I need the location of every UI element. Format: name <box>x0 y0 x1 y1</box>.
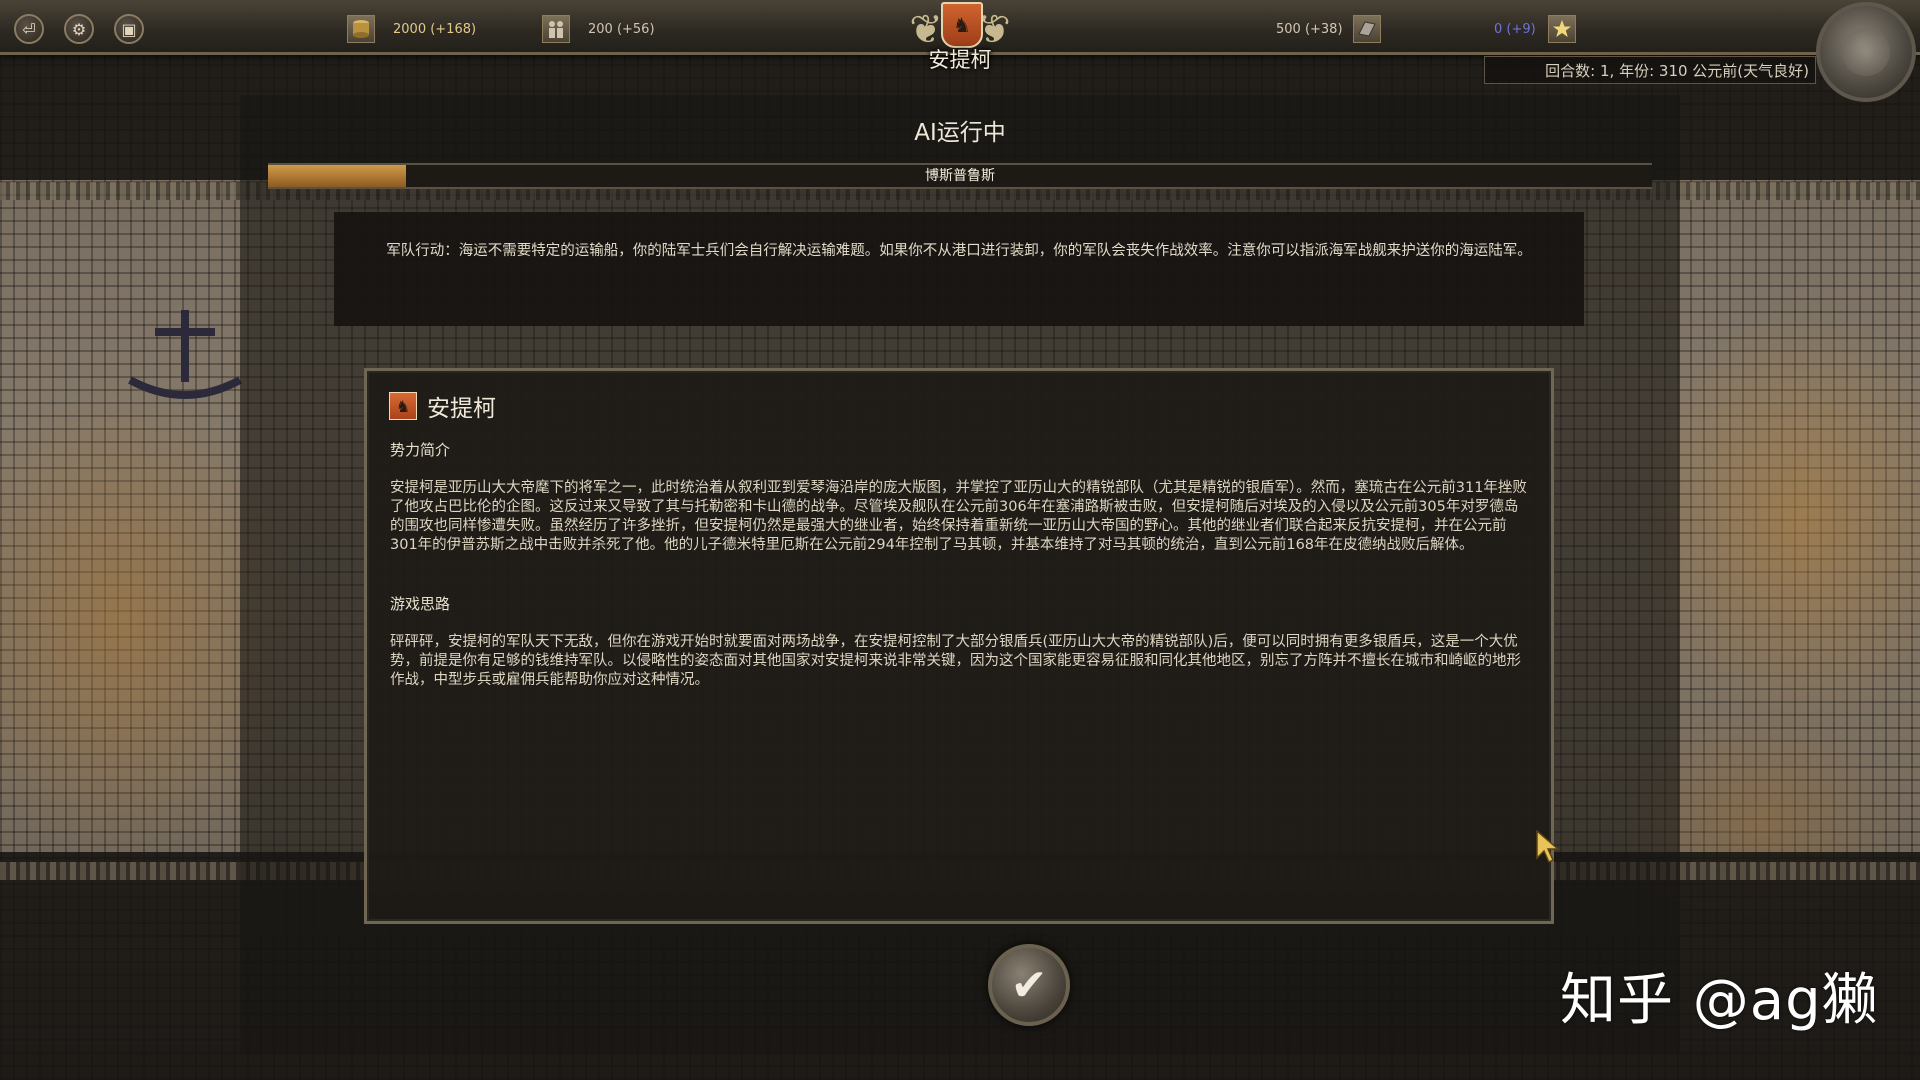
star-icon <box>1547 15 1576 43</box>
intro-title: 势力简介 <box>390 441 451 459</box>
tip-box: 军队行动：海运不需要特定的运输船，你的陆军士兵们会自行解决运输难题。如果你不从港… <box>334 212 1584 326</box>
gear-icon: ⚙ <box>71 19 87 39</box>
faction-description-box: ♞ 安提柯 势力简介 安提柯是亚历山大大帝麾下的将军之一，此时统治着从叙利亚到爱… <box>364 368 1554 924</box>
strategy-body: 砰砰砰，安提柯的军队天下无敌，但你在游戏开始时就要面对两场战争，在安提柯控制了大… <box>390 634 1521 688</box>
coins-icon <box>347 15 375 43</box>
strategy-title: 游戏思路 <box>390 595 451 613</box>
settings-button[interactable]: ⚙ <box>64 14 94 44</box>
pegasus-icon: ♞ <box>389 392 417 420</box>
game-screen: ⏎ ⚙ ▣ 2000 (+168) 200 (+56) ❦ ❦ ♞ 安提柯 50… <box>0 0 1920 1080</box>
scroll-icon <box>1352 15 1381 43</box>
prestige-value: 0 (+9) <box>1494 21 1536 37</box>
turn-info: 回合数: 1, 年份: 310 公元前(天气良好) <box>1484 56 1816 84</box>
gold-resource[interactable]: 2000 (+168) <box>347 14 476 44</box>
intro-body: 安提柯是亚历山大大帝麾下的将军之一，此时统治着从叙利亚到爱琴海沿岸的庞大版图，并… <box>390 480 1527 553</box>
prestige-resource[interactable]: 0 (+9) <box>1494 14 1576 44</box>
ai-progress-bar: 博斯普鲁斯 <box>268 163 1652 189</box>
exit-icon: ⏎ <box>22 19 36 39</box>
gold-value: 2000 (+168) <box>393 21 477 37</box>
faction-header: ♞ 安提柯 <box>389 389 496 423</box>
mouse-cursor-icon <box>1536 830 1560 864</box>
faction-emblem-name: 安提柯 <box>928 48 992 72</box>
tip-text: 军队行动：海运不需要特定的运输船，你的陆军士兵们会自行解决运输难题。如果你不从港… <box>386 243 1532 259</box>
population-resource[interactable]: 200 (+56) <box>542 14 655 44</box>
confirm-button[interactable]: ✔ <box>988 944 1070 1026</box>
faction-name: 安提柯 <box>427 396 496 422</box>
faction-emblem[interactable]: ❦ ❦ ♞ 安提柯 <box>900 0 1020 80</box>
panel-title: AI运行中 <box>914 120 1006 146</box>
top-resource-bar: ⏎ ⚙ ▣ 2000 (+168) 200 (+56) ❦ ❦ ♞ 安提柯 50… <box>0 0 1920 72</box>
ship-mosaic-icon <box>128 310 242 399</box>
scroll-resource[interactable]: 500 (+38) <box>1276 14 1381 44</box>
pegasus-icon: ♞ <box>941 2 983 48</box>
checkmark-icon: ✔ <box>1010 959 1048 1011</box>
scroll-value: 500 (+38) <box>1276 21 1343 37</box>
population-value: 200 (+56) <box>588 21 655 37</box>
watermark: 知乎 @ag獭 <box>1560 968 1879 1033</box>
save-icon: ▣ <box>121 19 137 39</box>
exit-button[interactable]: ⏎ <box>14 14 44 44</box>
save-button[interactable]: ▣ <box>114 14 144 44</box>
end-turn-medallion[interactable] <box>1816 2 1916 102</box>
people-icon <box>542 15 570 43</box>
progress-label: 博斯普鲁斯 <box>925 168 995 184</box>
